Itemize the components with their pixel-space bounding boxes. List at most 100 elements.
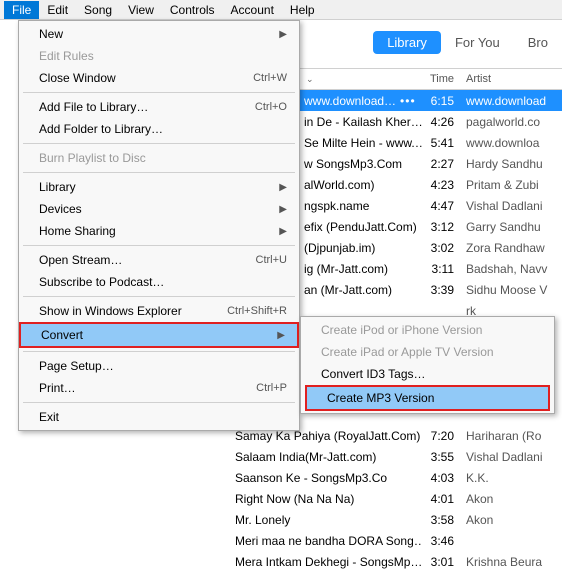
track-name: Mr. Lonely [165,513,422,527]
track-time: 4:03 [422,471,462,485]
table-row[interactable]: www.download…•••6:15www.download [300,90,562,111]
track-artist: www.download [462,94,562,108]
menu-add-file[interactable]: Add File to Library…Ctrl+O [19,96,299,118]
separator [23,245,295,246]
menu-subscribe-podcast[interactable]: Subscribe to Podcast… [19,271,299,293]
highlight-convert: Convert▶ [19,322,299,348]
track-name: Salaam India(Mr-Jatt.com) [165,450,422,464]
table-row[interactable]: w SongsMp3.Com2:27Hardy Sandhu [300,153,562,174]
submenu-create-ipod: Create iPod or iPhone Version [301,319,554,341]
menu-account[interactable]: Account [223,1,282,19]
nav-tabs: Library For You Bro [373,28,562,56]
track-time: 3:11 [422,262,462,276]
track-artist: www.downloa [462,136,562,150]
menu-controls[interactable]: Controls [162,1,223,19]
menu-song[interactable]: Song [76,1,120,19]
col-artist-header[interactable]: Artist [462,73,562,85]
chevron-right-icon: ▶ [277,330,285,341]
tab-browse[interactable]: Bro [514,31,562,54]
track-time: 3:39 [422,283,462,297]
menu-help[interactable]: Help [282,1,323,19]
table-row[interactable]: Mr. Lonely3:58Akon [165,509,562,530]
track-name: in De - Kailash Kher… [300,115,422,129]
track-time: 4:01 [422,492,462,506]
menu-close-window[interactable]: Close WindowCtrl+W [19,67,299,89]
table-row[interactable]: efix (PenduJatt.Com)3:12Garry Sandhu [300,216,562,237]
track-time: 3:02 [422,241,462,255]
track-artist: Hariharan (Ro [462,429,562,443]
table-row[interactable]: Right Now (Na Na Na)4:01Akon [165,488,562,509]
track-time: 6:15 [422,94,462,108]
menu-devices[interactable]: Devices▶ [19,198,299,220]
track-artist: Sidhu Moose V [462,283,562,297]
separator [23,92,295,93]
track-name: Meri maa ne bandha DORA Song… [165,534,422,548]
track-time: 5:41 [422,136,462,150]
track-time: 4:47 [422,199,462,213]
menu-library[interactable]: Library▶ [19,176,299,198]
track-name: efix (PenduJatt.Com) [300,220,422,234]
track-time: 3:55 [422,450,462,464]
menu-exit[interactable]: Exit [19,406,299,428]
menu-show-explorer[interactable]: Show in Windows ExplorerCtrl+Shift+R [19,300,299,322]
tab-foryou[interactable]: For You [441,31,514,54]
track-artist: Zora Randhaw [462,241,562,255]
file-dropdown: New▶ Edit Rules Close WindowCtrl+W Add F… [18,20,300,431]
chevron-right-icon: ▶ [279,226,287,237]
table-header: ⌄ Time Artist [300,68,562,90]
track-name: Se Milte Hein - www.… [300,136,422,150]
track-artist: Badshah, Navv [462,262,562,276]
track-name: w SongsMp3.Com [300,157,422,171]
track-name: (Djpunjab.im) [300,241,422,255]
table-row[interactable]: ig (Mr-Jatt.com)3:11Badshah, Navv [300,258,562,279]
menu-print[interactable]: Print…Ctrl+P [19,377,299,399]
menu-home-sharing[interactable]: Home Sharing▶ [19,220,299,242]
track-time: 7:20 [422,429,462,443]
menu-file[interactable]: File [4,1,39,19]
table-row[interactable]: ngspk.name4:47Vishal Dadlani [300,195,562,216]
table-row[interactable]: an (Mr-Jatt.com)3:39Sidhu Moose V [300,279,562,300]
separator [23,296,295,297]
separator [23,351,295,352]
track-artist: Akon [462,492,562,506]
table-row[interactable]: Saanson Ke - SongsMp3.Co4:03K.K. [165,467,562,488]
table-row[interactable]: in De - Kailash Kher…4:26pagalworld.co [300,111,562,132]
col-time-header[interactable]: Time [422,73,462,85]
tracks-below: Samay Ka Pahiya (RoyalJatt.Com)7:20Harih… [165,425,562,572]
more-icon[interactable]: ••• [396,94,416,108]
table-row[interactable]: (Djpunjab.im)3:02Zora Randhaw [300,237,562,258]
menu-open-stream[interactable]: Open Stream…Ctrl+U [19,249,299,271]
track-artist: Garry Sandhu [462,220,562,234]
col-name-header[interactable]: ⌄ [300,74,422,85]
table-row[interactable]: alWorld.com)4:23Pritam & Zubi [300,174,562,195]
chevron-right-icon: ▶ [279,182,287,193]
track-name: ngspk.name [300,199,422,213]
menu-add-folder[interactable]: Add Folder to Library… [19,118,299,140]
track-time: 4:26 [422,115,462,129]
menu-burn: Burn Playlist to Disc [19,147,299,169]
menu-edit[interactable]: Edit [39,1,76,19]
track-name: Right Now (Na Na Na) [165,492,422,506]
track-time: 3:46 [422,534,462,548]
menu-convert[interactable]: Convert▶ [21,324,297,346]
track-artist: Vishal Dadlani [462,199,562,213]
track-artist: K.K. [462,471,562,485]
menu-page-setup[interactable]: Page Setup… [19,355,299,377]
submenu-convert-id3[interactable]: Convert ID3 Tags… [301,363,554,385]
track-time: 3:12 [422,220,462,234]
track-time: 3:01 [422,555,462,569]
menu-new[interactable]: New▶ [19,23,299,45]
tab-library[interactable]: Library [373,31,441,54]
table-row[interactable]: Meri maa ne bandha DORA Song…3:46 [165,530,562,551]
table-row[interactable]: Se Milte Hein - www.…5:41www.downloa [300,132,562,153]
table-row[interactable]: Salaam India(Mr-Jatt.com)3:55Vishal Dadl… [165,446,562,467]
submenu-create-mp3[interactable]: Create MP3 Version [307,387,548,409]
track-artist: Pritam & Zubi [462,178,562,192]
track-artist: Krishna Beura [462,555,562,569]
menu-view[interactable]: View [120,1,162,19]
highlight-create-mp3: Create MP3 Version [305,385,550,411]
chevron-right-icon: ▶ [279,204,287,215]
table-row[interactable]: Mera Intkam Dekhegi - SongsMp…3:01Krishn… [165,551,562,572]
track-name: Mera Intkam Dekhegi - SongsMp… [165,555,422,569]
separator [23,172,295,173]
